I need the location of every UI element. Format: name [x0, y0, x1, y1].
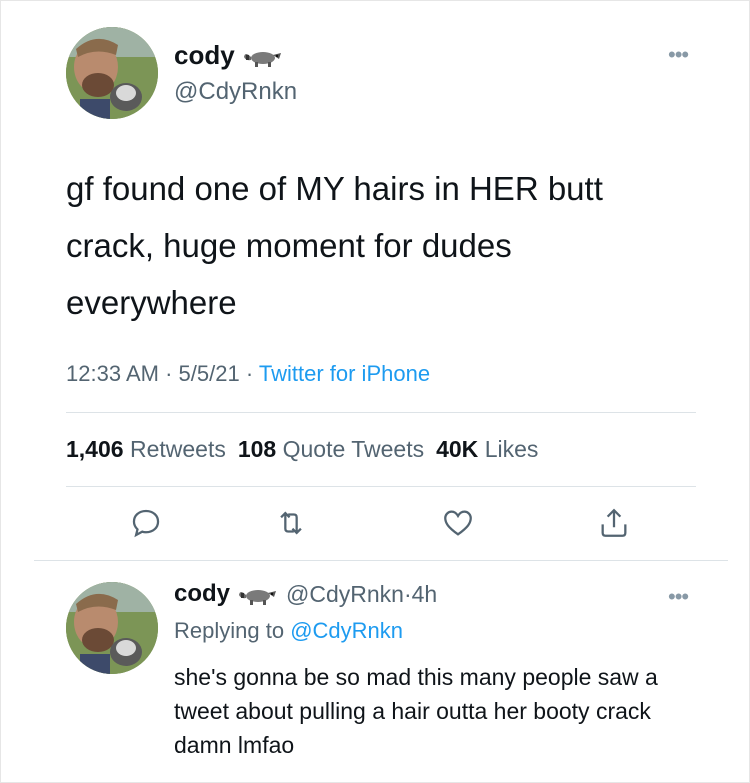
- divider: [66, 412, 696, 413]
- raccoon-icon: [243, 51, 281, 67]
- likes-stat[interactable]: 40K Likes: [436, 436, 538, 463]
- heart-icon[interactable]: [441, 506, 475, 540]
- retweets-stat[interactable]: 1,406 Retweets: [66, 436, 226, 463]
- reply-avatar[interactable]: [66, 582, 158, 674]
- display-name[interactable]: cody: [174, 40, 283, 71]
- retweets-count: 1,406: [66, 436, 124, 462]
- retweet-icon[interactable]: [274, 506, 308, 540]
- replying-prefix: Replying to: [174, 618, 285, 643]
- more-icon[interactable]: •••: [668, 44, 689, 66]
- tweet-text: gf found one of MY hairs in HER butt cra…: [66, 170, 603, 321]
- reply-text: she's gonna be so mad this many people s…: [174, 664, 658, 758]
- retweets-label: Retweets: [129, 436, 226, 462]
- tweet-date[interactable]: 5/5/21: [179, 361, 240, 386]
- display-name-text: cody: [174, 40, 235, 70]
- tweet-source[interactable]: Twitter for iPhone: [259, 361, 430, 386]
- avatar-photo: [66, 582, 158, 674]
- replying-to: Replying to @CdyRnkn: [174, 618, 403, 644]
- handle[interactable]: @CdyRnkn: [174, 78, 297, 106]
- quotes-stat[interactable]: 108 Quote Tweets: [238, 436, 424, 463]
- quotes-label: Quote Tweets: [282, 436, 425, 462]
- divider: [66, 486, 696, 487]
- avatar[interactable]: [66, 27, 158, 119]
- quotes-count: 108: [237, 436, 277, 462]
- reply-icon[interactable]: [129, 506, 163, 540]
- replying-mention[interactable]: @CdyRnkn: [290, 618, 403, 643]
- reply-display-name[interactable]: cody: [174, 580, 230, 608]
- reply-age[interactable]: 4h: [412, 581, 438, 607]
- tweet-meta: 12:33 AM · 5/5/21 · Twitter for iPhone: [66, 361, 430, 387]
- tweet-stats: 1,406 Retweets 108 Quote Tweets 40K Like…: [66, 436, 538, 463]
- avatar-photo: [66, 27, 158, 119]
- tweet-time[interactable]: 12:33 AM: [66, 361, 159, 386]
- likes-label: Likes: [484, 436, 539, 462]
- reply-handle[interactable]: @CdyRnkn: [286, 581, 404, 607]
- meta-separator: ·: [245, 361, 254, 386]
- reply-header: cody @CdyRnkn·4h: [174, 580, 437, 608]
- meta-separator: ·: [165, 361, 173, 386]
- share-icon[interactable]: [597, 506, 631, 540]
- divider: [34, 560, 728, 561]
- likes-count: 40K: [436, 436, 479, 462]
- more-icon[interactable]: •••: [668, 586, 689, 608]
- meta-separator: ·: [403, 580, 412, 607]
- raccoon-icon: [239, 590, 277, 605]
